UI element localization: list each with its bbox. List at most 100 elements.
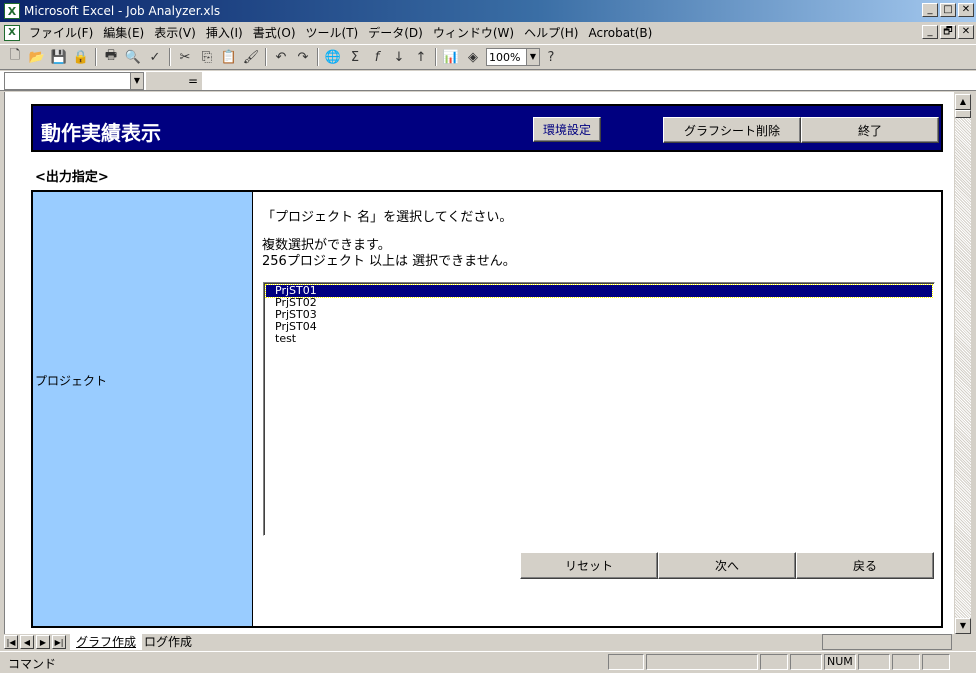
window-title: Microsoft Excel - Job Analyzer.xls <box>24 4 221 18</box>
scroll-up-icon[interactable]: ▲ <box>955 94 971 110</box>
tab-log[interactable]: ログ作成 <box>138 634 198 650</box>
status-bar: コマンド NUM <box>0 651 976 673</box>
new-file-icon[interactable]: 🗋 <box>4 46 26 68</box>
doc-restore-button[interactable]: 🗗 <box>940 25 956 39</box>
menu-insert[interactable]: 挿入(I) <box>201 24 248 41</box>
output-spec-label: <出力指定> <box>35 170 109 185</box>
project-row-label: プロジェクト <box>35 374 108 388</box>
toolbar-separator <box>265 48 267 66</box>
chevron-down-icon[interactable]: ▼ <box>526 49 539 65</box>
reset-button[interactable]: リセット <box>520 552 658 579</box>
toolbar-separator <box>435 48 437 66</box>
list-item[interactable]: PrjST04 <box>266 321 932 333</box>
excel-app-icon: X <box>4 3 20 19</box>
menu-edit[interactable]: 編集(E) <box>98 24 149 41</box>
spelling-icon[interactable]: ✓ <box>144 46 166 68</box>
status-cell <box>790 654 822 670</box>
formula-equals-sign[interactable]: = <box>146 72 202 90</box>
menu-window[interactable]: ウィンドウ(W) <box>428 24 519 41</box>
list-item[interactable]: PrjST03 <box>266 309 932 321</box>
status-cell <box>646 654 758 670</box>
form-header-band: 動作実績表示 環境設定 グラフシート削除 終了 <box>31 104 943 152</box>
name-box[interactable]: ▼ <box>4 72 144 90</box>
zoom-select[interactable]: 100% ▼ <box>486 48 540 66</box>
permission-icon[interactable]: 🔒 <box>70 46 92 68</box>
sort-descending-icon[interactable]: ↑ <box>410 46 432 68</box>
menu-format[interactable]: 書式(O) <box>248 24 301 41</box>
toolbar-separator <box>317 48 319 66</box>
horizontal-scrollbar[interactable] <box>822 634 952 650</box>
selection-area: 「プロジェクト 名」を選択してください。 複数選択ができます。 256プロジェク… <box>254 192 941 626</box>
menu-help[interactable]: ヘルプ(H) <box>519 24 583 41</box>
copy-icon[interactable]: ⎘ <box>196 46 218 68</box>
back-button[interactable]: 戻る <box>796 552 934 579</box>
menu-data[interactable]: データ(D) <box>363 24 428 41</box>
formula-bar: ▼ = <box>0 71 976 91</box>
status-cell <box>922 654 950 670</box>
autosum-icon[interactable]: Σ <box>344 46 366 68</box>
status-cell <box>858 654 890 670</box>
status-cell <box>608 654 644 670</box>
open-folder-icon[interactable]: 📂 <box>26 46 48 68</box>
drawing-icon[interactable]: ◈ <box>462 46 484 68</box>
instruction-limit: 256プロジェクト 以上は 選択できません。 <box>262 254 516 269</box>
instruction-select: 「プロジェクト 名」を選択してください。 <box>262 210 513 225</box>
chart-wizard-icon[interactable]: 📊 <box>440 46 462 68</box>
cut-icon[interactable]: ✂ <box>174 46 196 68</box>
menu-bar: X ファイル(F) 編集(E) 表示(V) 挿入(I) 書式(O) ツール(T)… <box>0 22 976 43</box>
vertical-scrollbar[interactable]: ▲ ▼ <box>954 92 972 634</box>
scroll-track[interactable] <box>955 118 971 618</box>
next-sheet-icon[interactable]: ▶ <box>36 635 50 649</box>
format-painter-icon[interactable]: 🖌 <box>240 46 262 68</box>
tab-graph[interactable]: グラフ作成 <box>70 634 143 650</box>
prev-sheet-icon[interactable]: ◀ <box>20 635 34 649</box>
function-icon[interactable]: f <box>366 46 388 68</box>
redo-icon[interactable]: ↷ <box>292 46 314 68</box>
menu-tools[interactable]: ツール(T) <box>301 24 364 41</box>
scroll-down-icon[interactable]: ▼ <box>955 618 971 634</box>
doc-close-button[interactable]: ✕ <box>958 25 974 39</box>
toolbar-separator <box>169 48 171 66</box>
workbook-icon[interactable]: X <box>4 24 20 41</box>
standard-toolbar: 🗋 📂 💾 🔒 🖶 🔍 ✓ ✂ ⎘ 📋 🖌 ↶ ↷ 🌐 Σ f ↓ ↑ 📊 ◈ … <box>0 44 976 70</box>
status-cell <box>892 654 920 670</box>
maximize-button[interactable]: □ <box>940 3 956 17</box>
exit-button[interactable]: 終了 <box>801 117 939 143</box>
first-sheet-icon[interactable]: |◀ <box>4 635 18 649</box>
last-sheet-icon[interactable]: ▶| <box>52 635 66 649</box>
list-item[interactable]: test <box>266 333 932 345</box>
toolbar-separator <box>95 48 97 66</box>
label-column: プロジェクト <box>33 192 253 626</box>
print-icon[interactable]: 🖶 <box>100 46 122 68</box>
zoom-value: 100% <box>489 50 521 64</box>
paste-icon[interactable]: 📋 <box>218 46 240 68</box>
num-lock-indicator: NUM <box>824 654 856 670</box>
status-mode: コマンド <box>8 657 57 671</box>
save-icon[interactable]: 💾 <box>48 46 70 68</box>
sheet-tab-bar: |◀ ◀ ▶ ▶| グラフ作成 ログ作成 <box>0 634 976 650</box>
worksheet: 動作実績表示 環境設定 グラフシート削除 終了 <出力指定> プロジェクト 「プ… <box>4 92 954 634</box>
menu-view[interactable]: 表示(V) <box>149 24 201 41</box>
chevron-down-icon[interactable]: ▼ <box>130 73 143 89</box>
environment-settings-button[interactable]: 環境設定 <box>533 117 601 142</box>
doc-minimize-button[interactable]: _ <box>922 25 938 39</box>
close-button[interactable]: ✕ <box>958 3 974 17</box>
scroll-thumb[interactable] <box>955 110 971 118</box>
list-item[interactable]: PrjST01 <box>265 284 933 298</box>
menu-acrobat[interactable]: Acrobat(B) <box>583 26 657 40</box>
list-item[interactable]: PrjST02 <box>266 297 932 309</box>
title-bar: X Microsoft Excel - Job Analyzer.xls _ □… <box>0 0 976 22</box>
minimize-button[interactable]: _ <box>922 3 938 17</box>
undo-icon[interactable]: ↶ <box>270 46 292 68</box>
page-title: 動作実績表示 <box>41 121 161 145</box>
print-preview-icon[interactable]: 🔍 <box>122 46 144 68</box>
next-button[interactable]: 次へ <box>658 552 796 579</box>
menu-file[interactable]: ファイル(F) <box>24 24 98 41</box>
project-listbox[interactable]: PrjST01 PrjST02 PrjST03 PrjST04 test <box>263 282 935 536</box>
hyperlink-icon[interactable]: 🌐 <box>322 46 344 68</box>
status-cell <box>760 654 788 670</box>
output-spec-panel: プロジェクト 「プロジェクト 名」を選択してください。 複数選択ができます。 2… <box>31 190 943 628</box>
sort-ascending-icon[interactable]: ↓ <box>388 46 410 68</box>
delete-graph-sheet-button[interactable]: グラフシート削除 <box>663 117 801 143</box>
help-icon[interactable]: ? <box>540 46 562 68</box>
